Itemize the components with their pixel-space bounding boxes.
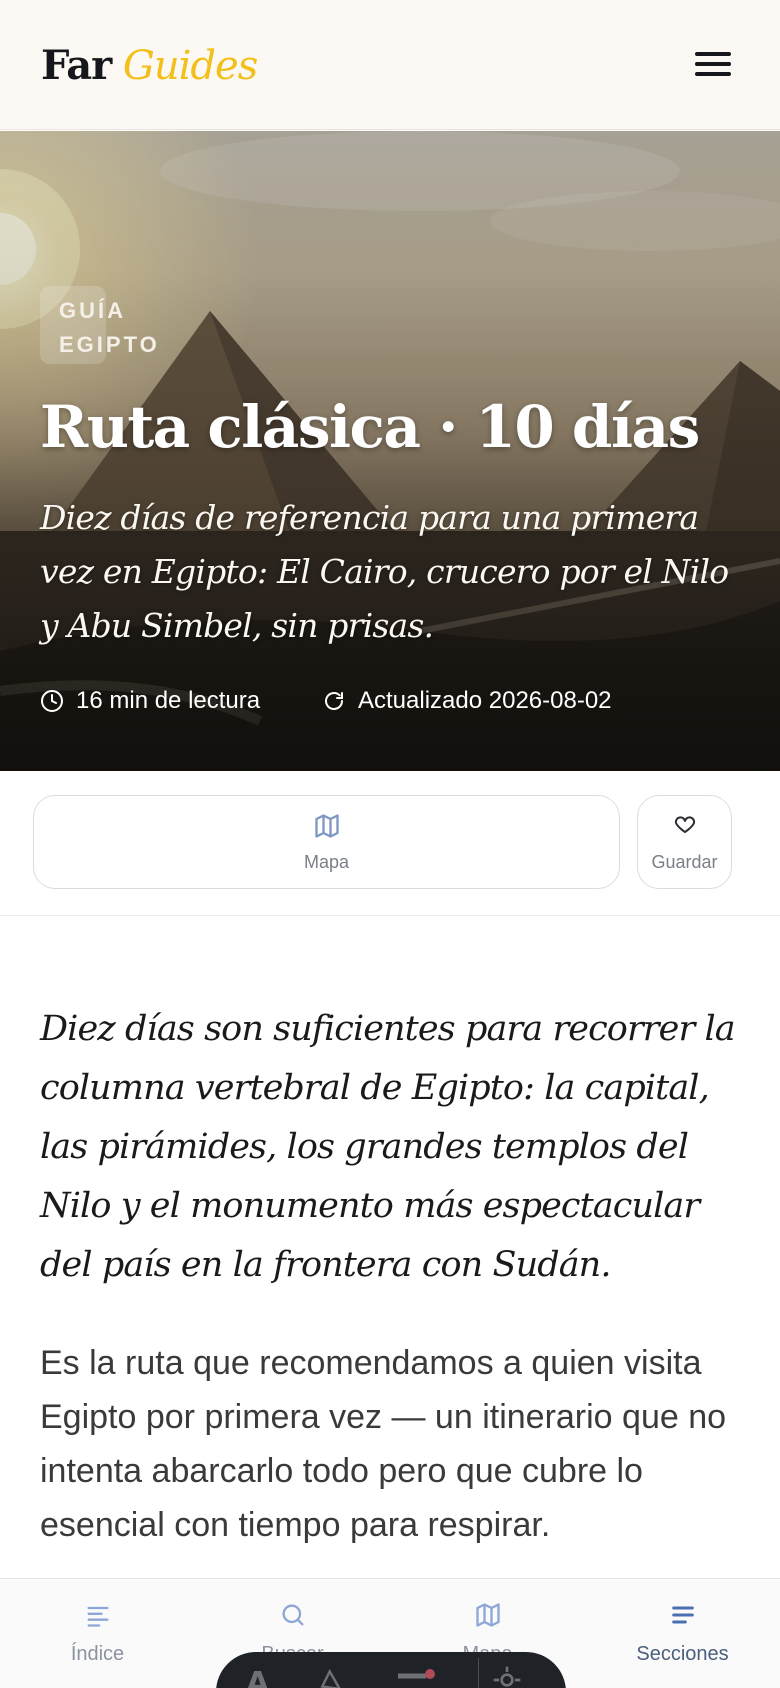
refresh-icon	[325, 692, 343, 710]
floating-reading-toolbar: A	[216, 1652, 566, 1688]
nav-label-sections: Secciones	[636, 1643, 729, 1665]
clock-icon	[41, 690, 63, 712]
toolbar-divider	[478, 1658, 479, 1688]
theme-icon[interactable]	[316, 1664, 346, 1688]
map-icon	[475, 1603, 500, 1627]
nav-label-index: Índice	[70, 1643, 125, 1665]
nav-item-sections[interactable]: Secciones	[585, 1579, 780, 1688]
page-title: Ruta clásica · 10 días	[40, 393, 700, 461]
article-lead: Diez días son suficientes para recorrer …	[40, 1009, 736, 1285]
hero-banner: Guía Egipto Ruta clásica · 10 días Diez …	[0, 131, 780, 771]
font-size-button[interactable]: A	[246, 1666, 269, 1688]
article-body: Es la ruta que recomendamos a quien visi…	[40, 1344, 727, 1544]
app-header: Far Guides	[0, 0, 780, 130]
sections-icon	[671, 1606, 694, 1624]
hamburger-menu-icon[interactable]	[692, 48, 732, 82]
list-icon	[87, 1606, 109, 1627]
hero-subtitle: Diez días de referencia para una primera…	[40, 498, 729, 645]
search-icon	[282, 1604, 303, 1626]
save-button[interactable]: Guardar	[637, 795, 732, 889]
map-button-label: Mapa	[303, 852, 350, 872]
map-icon	[314, 814, 339, 838]
progress-icon[interactable]	[396, 1666, 436, 1688]
nav-item-index[interactable]: Índice	[0, 1579, 195, 1688]
heart-icon	[674, 816, 695, 833]
logo-far: Far	[41, 42, 112, 89]
map-button[interactable]: Mapa	[33, 795, 620, 889]
updated-date: Actualizado 2026-08-02	[322, 684, 612, 718]
updated-label: Actualizado 2026-08-02	[358, 687, 612, 714]
action-bar: Mapa Guardar	[0, 771, 780, 916]
settings-icon[interactable]	[491, 1664, 523, 1688]
logo[interactable]: Far Guides	[41, 38, 258, 94]
category-tag[interactable]: Guía Egipto	[59, 294, 199, 362]
read-time-label: 16 min de lectura	[76, 687, 261, 714]
read-time: 16 min de lectura	[40, 684, 260, 718]
logo-guides: Guides	[122, 43, 258, 89]
save-button-label: Guardar	[651, 852, 718, 872]
